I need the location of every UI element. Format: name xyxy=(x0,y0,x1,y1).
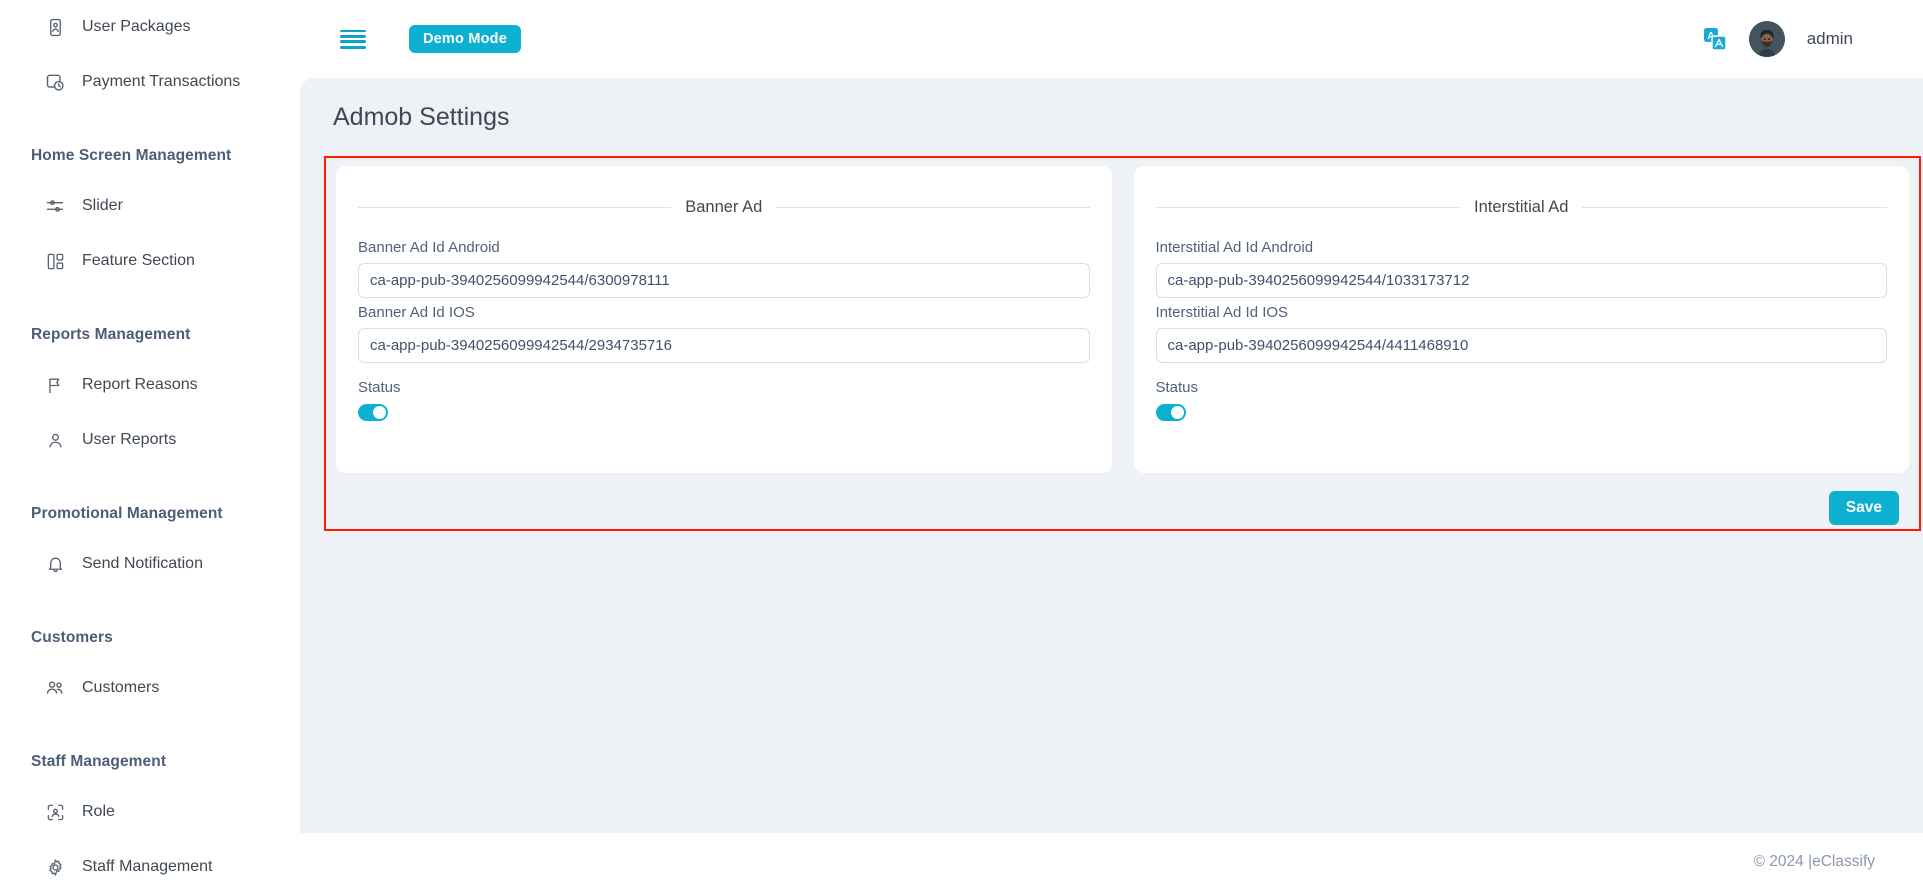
admob-settings-form: Banner Ad Banner Ad Id Android Banner Ad… xyxy=(324,156,1921,531)
sidebar-item-slider[interactable]: Slider xyxy=(0,188,300,224)
sidebar-item-staff-management[interactable]: Staff Management xyxy=(0,849,300,885)
sliders-icon xyxy=(44,195,66,217)
sidebar-group-customers: Customers xyxy=(0,625,300,651)
sidebar-item-user-reports[interactable]: User Reports xyxy=(0,422,300,458)
copyright-text: © 2024 |eClassify xyxy=(1754,853,1875,871)
save-row: Save xyxy=(336,473,1909,525)
interstitial-android-label: Interstitial Ad Id Android xyxy=(1156,239,1888,256)
sidebar-item-label: Report Reasons xyxy=(82,376,198,394)
banner-ad-legend-text: Banner Ad xyxy=(671,198,776,217)
banner-ad-legend: Banner Ad xyxy=(358,198,1090,217)
sidebar-group-reports-management: Reports Management xyxy=(0,322,300,348)
interstitial-ios-input[interactable] xyxy=(1156,328,1888,363)
banner-ios-input[interactable] xyxy=(358,328,1090,363)
interstitial-ios-label: Interstitial Ad Id IOS xyxy=(1156,304,1888,321)
language-translate-icon[interactable]: A xyxy=(1703,27,1727,51)
page-title: Admob Settings xyxy=(333,103,510,132)
sidebar-item-feature-section[interactable]: Feature Section xyxy=(0,243,300,279)
bell-icon xyxy=(44,553,66,575)
sidebar-item-user-packages[interactable]: User Packages xyxy=(0,9,300,45)
banner-status-label: Status xyxy=(358,379,1090,396)
payment-transaction-icon xyxy=(44,71,66,93)
sidebar-item-customers[interactable]: Customers xyxy=(0,670,300,706)
user-frame-icon xyxy=(44,801,66,823)
sidebar-item-label: Send Notification xyxy=(82,555,203,573)
banner-android-field: Banner Ad Id Android xyxy=(358,239,1090,298)
interstitial-ios-field: Interstitial Ad Id IOS xyxy=(1156,304,1888,363)
save-button[interactable]: Save xyxy=(1829,491,1899,525)
sidebar: User Packages Payment Transactions Home Sc… xyxy=(0,0,300,891)
user-name: admin xyxy=(1807,29,1853,49)
sidebar-item-label: User Reports xyxy=(82,431,176,449)
demo-mode-badge[interactable]: Demo Mode xyxy=(409,25,521,53)
id-card-icon xyxy=(44,16,66,38)
legend-rule-left xyxy=(358,207,671,208)
sidebar-item-role[interactable]: Role xyxy=(0,794,300,830)
banner-ios-field: Banner Ad Id IOS xyxy=(358,304,1090,363)
hamburger-menu-icon[interactable] xyxy=(340,30,366,49)
interstitial-status-label: Status xyxy=(1156,379,1888,396)
sidebar-group-staff-management: Staff Management xyxy=(0,749,300,775)
header-actions: A admin xyxy=(1703,21,1853,57)
sidebar-item-send-notification[interactable]: Send Notification xyxy=(0,546,300,582)
sidebar-item-label: Customers xyxy=(82,679,159,697)
banner-android-label: Banner Ad Id Android xyxy=(358,239,1090,256)
app-root: User Packages Payment Transactions Home Sc… xyxy=(0,0,1923,891)
legend-rule-right xyxy=(1582,207,1887,208)
toggle-knob xyxy=(1171,406,1184,419)
sidebar-item-label: User Packages xyxy=(82,18,191,36)
footer: © 2024 |eClassify xyxy=(300,833,1923,891)
gear-icon xyxy=(44,856,66,878)
avatar[interactable] xyxy=(1749,21,1785,57)
sidebar-item-label: Slider xyxy=(82,197,123,215)
sidebar-item-report-reasons[interactable]: Report Reasons xyxy=(0,367,300,403)
legend-rule-right xyxy=(776,207,1089,208)
banner-ad-card: Banner Ad Banner Ad Id Android Banner Ad… xyxy=(336,166,1112,473)
interstitial-android-field: Interstitial Ad Id Android xyxy=(1156,239,1888,298)
interstitial-ad-legend-text: Interstitial Ad xyxy=(1460,198,1582,217)
banner-status-toggle[interactable] xyxy=(358,404,388,421)
layout-panels-icon xyxy=(44,250,66,272)
toggle-knob xyxy=(373,406,386,419)
interstitial-android-input[interactable] xyxy=(1156,263,1888,298)
sidebar-item-payment-transactions[interactable]: Payment Transactions xyxy=(0,64,300,100)
user-icon xyxy=(44,429,66,451)
sidebar-group-home-screen-management: Home Screen Management xyxy=(0,143,300,169)
top-header: Demo Mode A xyxy=(300,0,1923,78)
banner-android-input[interactable] xyxy=(358,263,1090,298)
sidebar-item-label: Feature Section xyxy=(82,252,195,270)
sidebar-group-promotional-management: Promotional Management xyxy=(0,501,300,527)
interstitial-status-toggle[interactable] xyxy=(1156,404,1186,421)
interstitial-ad-legend: Interstitial Ad xyxy=(1156,198,1888,217)
banner-ios-label: Banner Ad Id IOS xyxy=(358,304,1090,321)
interstitial-ad-card: Interstitial Ad Interstitial Ad Id Andro… xyxy=(1134,166,1910,473)
content-area: Admob Settings Banner Ad Banner Ad Id An… xyxy=(300,78,1923,833)
users-icon xyxy=(44,677,66,699)
legend-rule-left xyxy=(1156,207,1461,208)
sidebar-item-label: Role xyxy=(82,803,115,821)
sidebar-item-label: Staff Management xyxy=(82,858,212,876)
flag-icon xyxy=(44,374,66,396)
sidebar-item-label: Payment Transactions xyxy=(82,73,240,91)
